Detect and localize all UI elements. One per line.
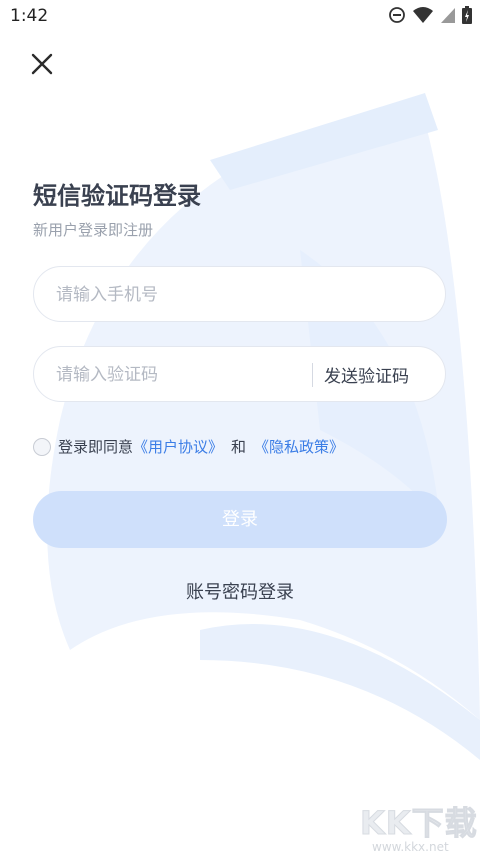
agreement-and: 和 <box>231 438 247 456</box>
user-agreement-link[interactable]: 《用户协议》 <box>133 436 223 457</box>
phone-input[interactable] <box>54 267 428 323</box>
login-screen: 1:42 短信验证码登录 新用户登录即注册 发送验证码 登录即同意 《用户协议》… <box>0 0 480 853</box>
wifi-icon <box>413 7 433 23</box>
watermark: KK下载 www.kkx.net <box>360 798 478 853</box>
page-title: 短信验证码登录 <box>33 182 201 210</box>
code-field: 发送验证码 <box>33 346 446 403</box>
status-bar: 1:42 <box>0 0 480 32</box>
login-button[interactable]: 登录 <box>33 491 447 548</box>
close-icon <box>31 53 53 75</box>
signal-icon <box>441 8 455 23</box>
field-divider <box>312 363 313 387</box>
watermark-logo: KK下载 <box>360 804 478 843</box>
close-button[interactable] <box>24 48 60 84</box>
background-illustration <box>47 93 480 760</box>
agreement-checkbox[interactable] <box>33 437 51 456</box>
page-subtitle: 新用户登录即注册 <box>33 221 154 239</box>
code-input[interactable] <box>54 347 308 403</box>
battery-icon <box>462 6 472 24</box>
agreement-prefix: 登录即同意 <box>58 438 134 456</box>
phone-field <box>33 266 446 323</box>
status-time: 1:42 <box>10 6 49 26</box>
status-icons <box>388 6 472 24</box>
do-not-disturb-icon <box>389 7 405 23</box>
agreement-row: 登录即同意 《用户协议》 和 《隐私政策》 <box>33 436 344 457</box>
password-login-link[interactable]: 账号密码登录 <box>0 578 480 604</box>
privacy-policy-link[interactable]: 《隐私政策》 <box>254 436 344 457</box>
send-code-button[interactable]: 发送验证码 <box>324 362 409 387</box>
